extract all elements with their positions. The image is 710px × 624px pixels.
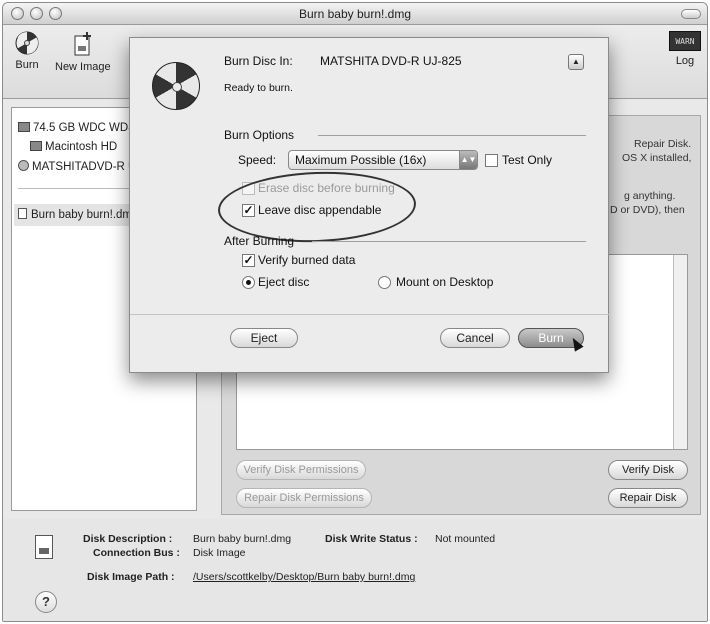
disk-description-value: Burn baby burn!.dmg (193, 533, 292, 545)
toolbar-toggle-button[interactable] (681, 9, 701, 19)
verify-disk-button[interactable]: Verify Disk (608, 460, 688, 480)
sheet-button-divider (130, 314, 610, 315)
after-burning-heading: After Burning (224, 234, 295, 248)
sidebar-item-label: Burn baby burn!.dmg (31, 209, 139, 221)
eject-button[interactable]: Eject (230, 328, 298, 348)
repair-disk-button[interactable]: Repair Disk (608, 488, 688, 508)
burn-options-divider (318, 135, 586, 136)
mount-on-desktop-radio[interactable] (378, 276, 391, 289)
connection-bus-value: Disk Image (193, 547, 246, 559)
mount-on-desktop-label: Mount on Desktop (396, 275, 494, 289)
speed-select-value: Maximum Possible (16x) (295, 153, 427, 167)
connection-bus-label: Connection Bus : (93, 547, 180, 559)
burn-icon (15, 31, 39, 55)
sidebar-item-macintosh-hd[interactable]: Macintosh HD (30, 141, 117, 159)
new-image-toolbar-button[interactable]: New Image (55, 31, 111, 73)
burn-toolbar-button[interactable]: Burn (15, 31, 39, 71)
first-aid-text-line: OS X installed, (622, 152, 692, 164)
eject-disc-radio[interactable] (242, 276, 255, 289)
disk-utility-window: Burn baby burn!.dmg Burn New Image WARN … (2, 2, 708, 622)
title-bar[interactable]: Burn baby burn!.dmg (3, 3, 707, 25)
burn-status-text: Ready to burn. (224, 82, 293, 94)
log-icon: WARN 2:39 (669, 31, 701, 66)
test-only-label: Test Only (502, 153, 553, 167)
volume-icon (30, 141, 42, 151)
speed-label: Speed: (238, 153, 277, 167)
disk-image-icon (35, 535, 53, 559)
after-burning-divider (312, 241, 586, 242)
repair-disk-permissions-button[interactable]: Repair Disk Permissions (236, 488, 372, 508)
disk-write-status-label: Disk Write Status : (325, 533, 418, 545)
log-toolbar-label: Log (675, 55, 695, 67)
burn-drive-name: MATSHITA DVD-R UJ-825 (320, 54, 462, 68)
chevron-updown-icon: ▲▼ (459, 151, 477, 169)
cancel-button[interactable]: Cancel (440, 328, 510, 348)
new-image-icon (74, 32, 91, 56)
burn-disc-in-label: Burn Disc In: (224, 54, 293, 68)
speed-select[interactable]: Maximum Possible (16x) ▲▼ (288, 150, 478, 170)
burn-icon (152, 62, 200, 110)
disk-image-path-label: Disk Image Path : (87, 571, 175, 583)
first-aid-text-line: D or DVD), then (610, 204, 685, 216)
optical-drive-icon (18, 160, 29, 171)
window-title: Burn baby burn!.dmg (298, 7, 412, 21)
test-only-checkbox[interactable] (485, 154, 498, 167)
first-aid-text-line: Repair Disk. (634, 138, 692, 150)
hard-drive-icon (18, 122, 30, 132)
disk-write-status-value: Not mounted (435, 533, 496, 545)
burn-toolbar-label: Burn (15, 59, 39, 71)
help-button[interactable]: ? (35, 591, 57, 613)
collapse-options-button[interactable]: ▲ (568, 54, 584, 70)
log-toolbar-button[interactable]: WARN 2:39 Log (669, 31, 701, 67)
verify-burned-data-label: Verify burned data (258, 253, 356, 267)
verify-disk-permissions-button[interactable]: Verify Disk Permissions (236, 460, 366, 480)
disk-info-area: Disk Description : Burn baby burn!.dmg C… (3, 519, 707, 621)
sidebar-item-disk-image[interactable]: Burn baby burn!.dmg (18, 208, 138, 226)
disk-image-path-value[interactable]: /Users/scottkelby/Desktop/Burn baby burn… (193, 571, 415, 583)
disk-image-icon (18, 208, 27, 219)
first-aid-text-line: g anything. (624, 190, 676, 202)
burn-disc-sheet: Burn Disc In: MATSHITA DVD-R UJ-825 ▲ Re… (129, 37, 610, 373)
eject-disc-label: Eject disc (258, 275, 310, 289)
sidebar-item-label: Macintosh HD (45, 141, 118, 153)
disk-description-label: Disk Description : (83, 533, 173, 545)
log-scrollbar[interactable] (673, 255, 687, 449)
verify-burned-data-checkbox[interactable]: ✓ (242, 254, 255, 267)
burn-options-heading: Burn Options (224, 128, 295, 142)
new-image-toolbar-label: New Image (55, 61, 111, 73)
